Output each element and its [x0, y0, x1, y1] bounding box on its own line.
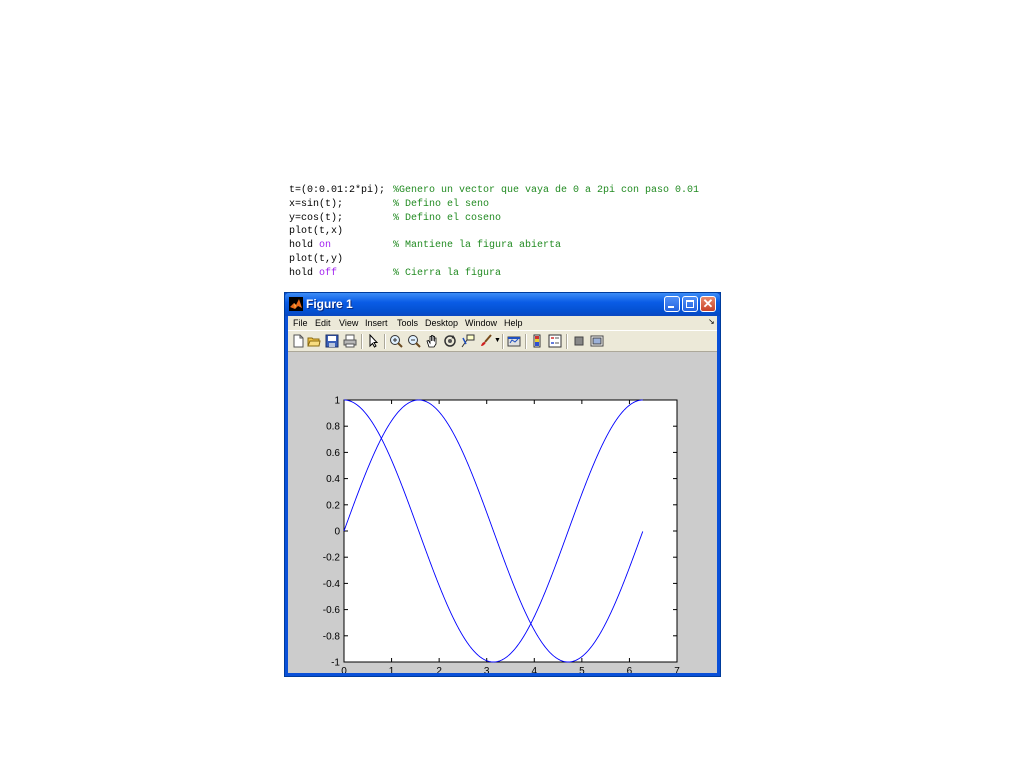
x-tick-label: 0 — [341, 666, 347, 673]
code-comment: % Cierra la figura — [393, 267, 502, 279]
code-statement-text: x=sin(t); — [289, 198, 344, 210]
x-tick-label: 6 — [627, 666, 633, 673]
figure-toolbar: ▼ — [288, 330, 717, 352]
code-statement: y=cos(t); — [289, 212, 343, 226]
edit-plot-arrow-icon[interactable] — [366, 334, 380, 348]
code-statement: plot(t,x) — [289, 225, 343, 239]
code-comment: %Genero un vector que vaya de 0 a 2pi co… — [393, 185, 700, 196]
x-tick-label: 5 — [579, 666, 585, 673]
code-keyword: on — [319, 240, 332, 252]
pan-hand-icon[interactable] — [425, 334, 439, 348]
toolbar-separator — [361, 334, 363, 349]
menu-tools[interactable]: Tools — [397, 318, 418, 328]
code-statement-text: plot(t,x) — [289, 226, 344, 238]
code-comment: % Defino el seno — [393, 198, 490, 210]
axes-box — [343, 399, 678, 663]
y-tick-label: -0.6 — [323, 605, 341, 616]
code-statement-text: hold — [289, 267, 320, 279]
menu-dock-arrow-icon[interactable]: ↘ — [708, 317, 715, 326]
menu-help[interactable]: Help — [504, 318, 523, 328]
code-statement-text: plot(t,y) — [289, 253, 344, 265]
figure-canvas: 0 1 2 3 4 5 6 7 -1 -0.8 -0.6 -0.4 -0.2 0 0.2 0.4 0.6 0.8 1 — [288, 352, 717, 673]
zoom-out-icon[interactable] — [407, 334, 421, 348]
zoom-in-icon[interactable] — [389, 334, 403, 348]
window-title: Figure 1 — [306, 297, 353, 311]
toolbar-separator — [525, 334, 527, 349]
open-file-icon[interactable] — [307, 334, 321, 348]
rotate-3d-icon[interactable] — [443, 334, 457, 348]
maximize-icon — [686, 300, 694, 308]
save-icon[interactable] — [325, 334, 339, 348]
y-tick-label: 0.8 — [326, 422, 340, 433]
figure-window: Figure 1 ✕ File Edit View Insert Tools D… — [284, 292, 721, 677]
colorbar-icon[interactable] — [530, 334, 544, 348]
matlab-logo-icon — [289, 297, 303, 311]
show-plot-tools-icon[interactable] — [590, 334, 604, 348]
code-statement-text: t=(0:0.01:2*pi); — [289, 185, 386, 196]
new-figure-icon[interactable] — [291, 334, 305, 348]
menu-desktop[interactable]: Desktop — [425, 318, 458, 328]
code-statement: t=(0:0.01:2*pi); — [289, 184, 385, 198]
brush-icon[interactable] — [479, 334, 493, 348]
code-comment: % Mantiene la figura abierta — [393, 240, 562, 252]
link-plot-icon[interactable] — [507, 334, 521, 348]
minimize-button[interactable] — [664, 296, 680, 312]
code-statement: hold off — [289, 267, 337, 281]
x-tick-label: 4 — [532, 666, 538, 673]
y-tick-label: -0.2 — [323, 553, 341, 564]
menu-file[interactable]: File — [293, 318, 308, 328]
toolbar-separator — [502, 334, 504, 349]
y-tick-label: -0.4 — [323, 579, 341, 590]
close-button[interactable]: ✕ — [700, 296, 716, 312]
title-bar[interactable]: Figure 1 ✕ — [285, 293, 720, 316]
toolbar-separator — [384, 334, 386, 349]
minimize-icon — [668, 306, 674, 308]
toolbar-separator — [566, 334, 568, 349]
brush-dropdown-icon[interactable]: ▼ — [494, 337, 501, 344]
code-keyword: off — [319, 267, 338, 279]
y-tick-label: -1 — [331, 658, 340, 669]
menu-insert[interactable]: Insert — [365, 318, 388, 328]
line-chart[interactable]: 0 1 2 3 4 5 6 7 -1 -0.8 -0.6 -0.4 -0.2 0 0.2 0.4 0.6 0.8 1 — [288, 352, 717, 674]
code-statement: hold on — [289, 239, 331, 253]
maximize-button[interactable] — [682, 296, 698, 312]
close-icon: ✕ — [702, 296, 714, 311]
x-tick-label: 3 — [484, 666, 490, 673]
y-tick-label: 0.6 — [326, 448, 340, 459]
code-statement-text: y=cos(t); — [289, 212, 344, 224]
y-tick-label: -0.8 — [323, 631, 341, 642]
code-statement: plot(t,y) — [289, 253, 343, 267]
code-comment: % Defino el coseno — [393, 212, 502, 224]
legend-icon[interactable] — [548, 334, 562, 348]
print-icon[interactable] — [343, 334, 357, 348]
y-tick-label: 1 — [334, 396, 340, 407]
menu-window[interactable]: Window — [465, 318, 497, 328]
menu-edit[interactable]: Edit — [315, 318, 331, 328]
y-tick-label: 0.4 — [326, 474, 340, 485]
code-statement-text: hold — [289, 240, 320, 252]
x-tick-label: 1 — [389, 666, 395, 673]
menu-view[interactable]: View — [339, 318, 358, 328]
y-tick-label: 0 — [334, 527, 340, 538]
window-client: File Edit View Insert Tools Desktop Wind… — [288, 316, 717, 673]
x-tick-label: 2 — [436, 666, 442, 673]
hide-plot-tools-icon[interactable] — [572, 334, 586, 348]
x-tick-label: 7 — [674, 666, 680, 673]
y-tick-label: 0.2 — [326, 500, 340, 511]
data-cursor-icon[interactable] — [461, 334, 475, 348]
menu-bar: File Edit View Insert Tools Desktop Wind… — [288, 316, 717, 330]
code-statement: x=sin(t); — [289, 198, 343, 212]
